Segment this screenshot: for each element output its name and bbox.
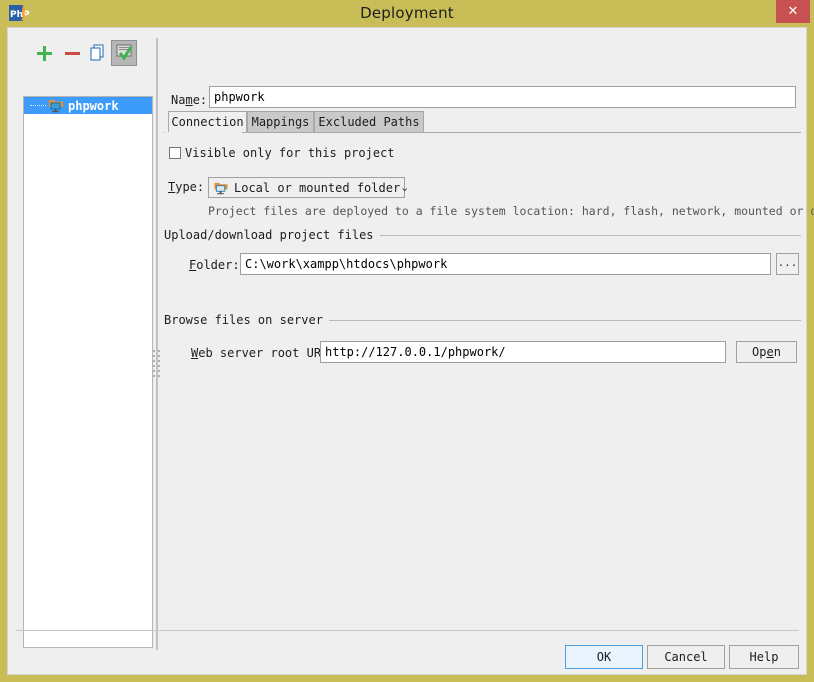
tree-item-phpwork[interactable]: phpwork xyxy=(24,97,152,114)
add-server-button[interactable] xyxy=(31,40,57,66)
splitter-grip[interactable] xyxy=(153,350,162,378)
local-folder-server-icon xyxy=(48,98,64,113)
title-bar: PhP Deployment ✕ xyxy=(0,0,814,27)
folder-input[interactable] xyxy=(240,253,771,275)
chevron-down-icon: ⌄ xyxy=(400,181,410,194)
upload-download-section-label: Upload/download project files xyxy=(164,228,380,242)
copy-server-button[interactable] xyxy=(85,40,111,66)
name-label: Name: xyxy=(171,93,208,107)
active-tab-underline-mask xyxy=(164,132,242,133)
type-dropdown[interactable]: Local or mounted folder ⌄ xyxy=(208,177,409,198)
dialog-body: phpwork Name: Connection Mappings Exclud… xyxy=(7,27,814,675)
visible-only-label: Visible only for this project xyxy=(185,146,395,160)
remove-server-button[interactable] xyxy=(59,40,85,66)
visible-only-checkbox-row[interactable]: Visible only for this project xyxy=(169,146,395,160)
tree-connector-dots xyxy=(30,104,46,107)
window-title: Deployment xyxy=(360,4,454,22)
name-input[interactable] xyxy=(209,86,796,108)
tab-excluded-paths[interactable]: Excluded Paths xyxy=(314,111,424,133)
tab-connection[interactable]: Connection xyxy=(168,111,247,133)
web-server-root-url-label: Web server root URL: xyxy=(191,346,336,360)
browse-files-section-label: Browse files on server xyxy=(164,313,329,327)
web-server-root-url-input[interactable] xyxy=(320,341,726,363)
help-button[interactable]: Help xyxy=(729,645,799,669)
browse-files-section-header: Browse files on server xyxy=(164,313,801,327)
panel-splitter[interactable] xyxy=(156,38,158,650)
settings-tabs: Connection Mappings Excluded Paths xyxy=(168,111,801,133)
type-dropdown-value: Local or mounted folder xyxy=(234,180,401,195)
deployment-settings-pane: Name: Connection Mappings Excluded Paths… xyxy=(163,38,814,648)
tab-strip-underline xyxy=(163,132,801,133)
deployment-server-tree[interactable]: phpwork xyxy=(23,96,153,648)
tree-item-label: phpwork xyxy=(68,98,119,113)
bottom-divider xyxy=(16,630,799,631)
ok-button[interactable]: OK xyxy=(565,645,643,669)
deployment-dialog-window: PhP Deployment ✕ phpwork Name: phpwork C… xyxy=(0,0,814,682)
folder-label: Folder: xyxy=(189,258,240,272)
deployment-list-toolbar xyxy=(22,40,150,66)
close-icon[interactable]: ✕ xyxy=(776,0,810,23)
type-label: Type: xyxy=(168,180,205,194)
local-folder-server-icon xyxy=(213,181,229,195)
type-description: Project files are deployed to a file sys… xyxy=(208,204,814,218)
cancel-button[interactable]: Cancel xyxy=(647,645,725,669)
visible-only-checkbox[interactable] xyxy=(169,147,181,159)
autodetect-button[interactable] xyxy=(111,40,137,66)
upload-download-section-header: Upload/download project files xyxy=(164,228,801,242)
open-url-button[interactable]: Open xyxy=(736,341,797,363)
tab-mappings[interactable]: Mappings xyxy=(247,111,314,133)
folder-browse-button[interactable]: ... xyxy=(776,253,799,275)
